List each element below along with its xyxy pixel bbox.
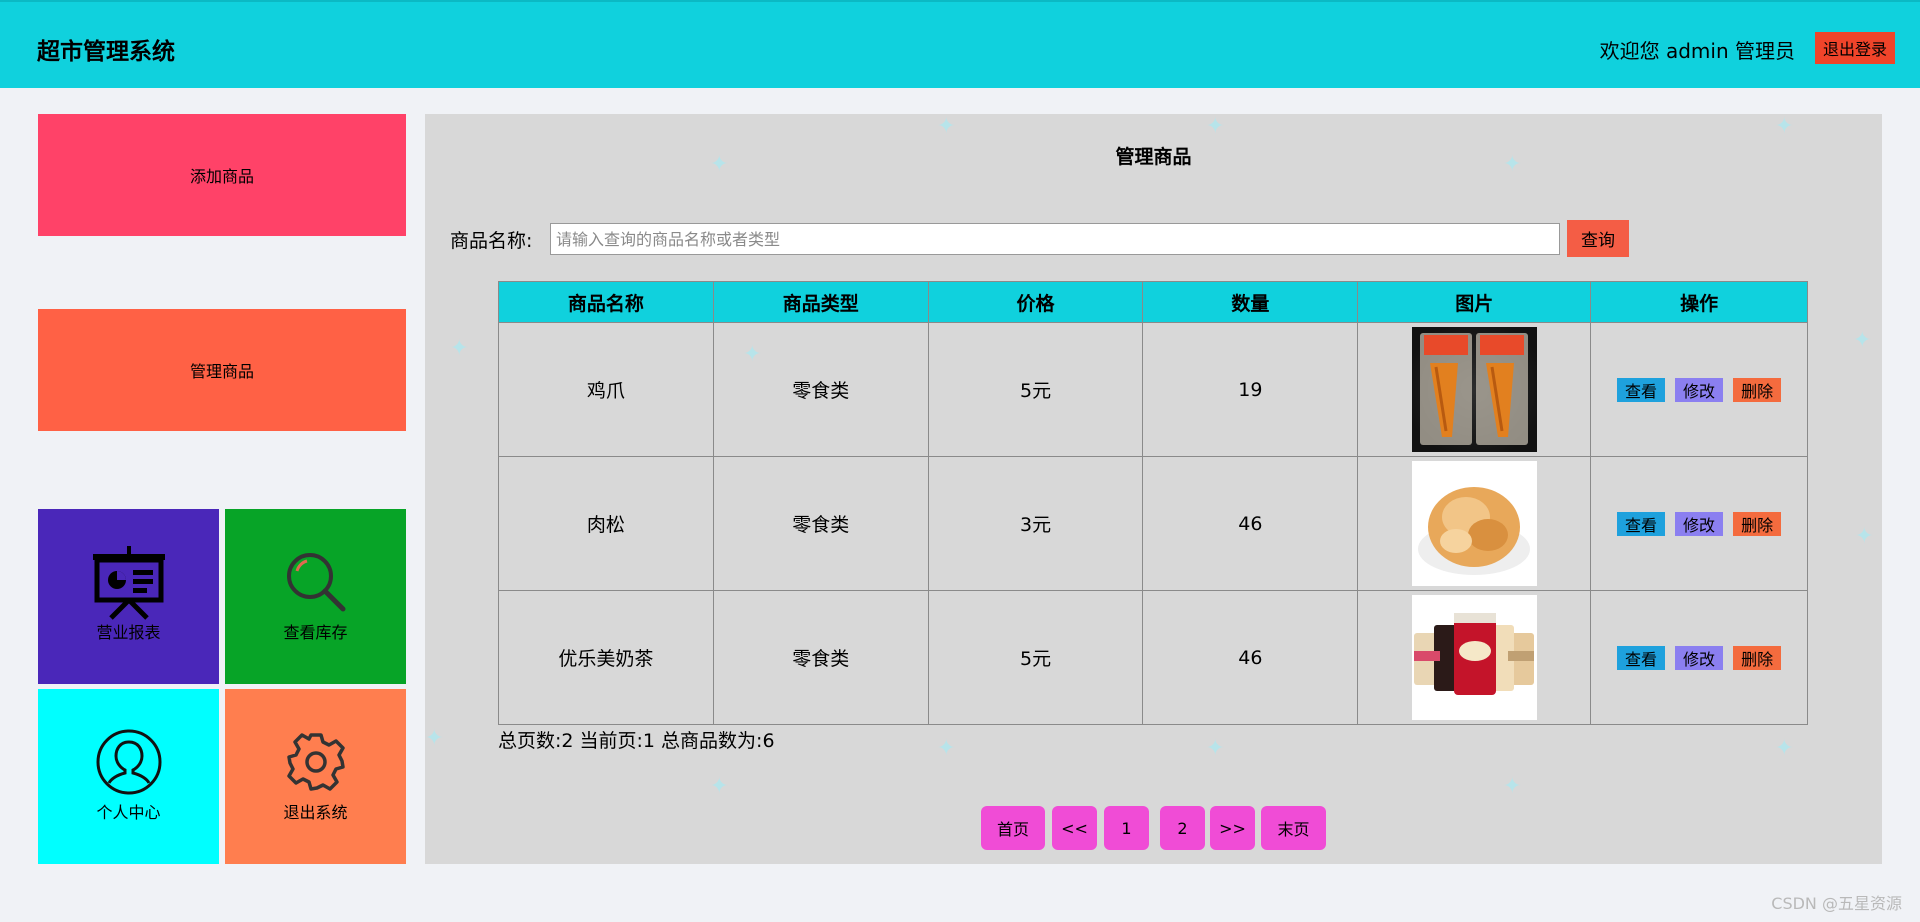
logout-button[interactable]: 退出登录 xyxy=(1815,32,1895,64)
edit-button[interactable]: 修改 xyxy=(1675,511,1724,536)
cell-type: 零食类 xyxy=(712,590,929,725)
column-header-image: 图片 xyxy=(1357,281,1592,323)
cell-quantity: 19 xyxy=(1142,322,1359,457)
column-header-actions: 操作 xyxy=(1590,281,1808,323)
delete-button[interactable]: 删除 xyxy=(1733,377,1782,402)
cell-name: 鸡爪 xyxy=(498,322,714,457)
delete-button[interactable]: 删除 xyxy=(1733,645,1782,670)
cell-type: 零食类 xyxy=(712,456,929,591)
column-header-type: 商品类型 xyxy=(712,281,929,323)
sparkle-decoration: ✦ xyxy=(1206,736,1225,761)
sparkle-decoration: ✦ xyxy=(450,336,469,361)
sparkle-decoration: ✦ xyxy=(710,774,729,799)
cell-actions: 查看 修改 删除 xyxy=(1590,590,1808,725)
sparkle-decoration: ✦ xyxy=(1853,328,1872,353)
cell-price: 5元 xyxy=(927,322,1144,457)
page-info: 总页数:2 当前页:1 总商品数为:6 xyxy=(498,730,775,752)
tile-personal-center[interactable]: 个人中心 xyxy=(38,689,219,864)
cell-quantity: 46 xyxy=(1142,590,1359,725)
presentation-board-icon xyxy=(89,545,169,620)
add-product-button[interactable]: 添加商品 xyxy=(38,114,406,236)
tile-label: 查看库存 xyxy=(283,623,348,642)
next-page-button[interactable]: >> xyxy=(1210,806,1255,850)
cell-type: 零食类 xyxy=(712,322,929,457)
sparkle-decoration: ✦ xyxy=(1855,524,1874,549)
delete-button[interactable]: 删除 xyxy=(1733,511,1782,536)
watermark: CSDN @五星资源 xyxy=(1771,894,1902,913)
cell-quantity: 46 xyxy=(1142,456,1359,591)
table-row: 肉松 零食类 3元 46 查看 修改 删除 xyxy=(498,456,1808,591)
cell-image xyxy=(1357,590,1592,725)
pork-floss-image xyxy=(1411,461,1537,586)
tile-sales-report[interactable]: 营业报表 xyxy=(38,509,219,684)
milk-tea-image xyxy=(1411,595,1537,720)
column-header-price: 价格 xyxy=(927,281,1144,323)
column-header-quantity: 数量 xyxy=(1142,281,1359,323)
top-header: 超市管理系统 欢迎您 admin 管理员 退出登录 xyxy=(0,0,1920,88)
page-2-button[interactable]: 2 xyxy=(1160,806,1205,850)
manage-product-button[interactable]: 管理商品 xyxy=(38,309,406,431)
query-button[interactable]: 查询 xyxy=(1567,220,1629,257)
prev-page-button[interactable]: << xyxy=(1052,806,1097,850)
view-button[interactable]: 查看 xyxy=(1617,377,1666,402)
user-icon xyxy=(95,725,163,799)
cell-name: 优乐美奶茶 xyxy=(498,590,714,725)
product-table: 商品名称 商品类型 价格 数量 图片 操作 鸡爪 零食类 5元 19 查看 修改… xyxy=(498,281,1808,725)
sparkle-decoration: ✦ xyxy=(1503,774,1522,799)
search-input[interactable] xyxy=(550,223,1560,255)
column-header-name: 商品名称 xyxy=(498,281,714,323)
table-row: 鸡爪 零食类 5元 19 查看 修改 删除 xyxy=(498,322,1808,457)
last-page-button[interactable]: 末页 xyxy=(1261,806,1326,850)
welcome-text: 欢迎您 admin 管理员 xyxy=(1599,39,1795,63)
cell-actions: 查看 修改 删除 xyxy=(1590,322,1808,457)
tile-exit-system[interactable]: 退出系统 xyxy=(225,689,406,864)
sparkle-decoration: ✦ xyxy=(1206,114,1225,139)
tile-label: 个人中心 xyxy=(96,803,161,822)
cell-name: 肉松 xyxy=(498,456,714,591)
app-brand: 超市管理系统 xyxy=(37,39,175,65)
page-title: 管理商品 xyxy=(1115,146,1192,168)
edit-button[interactable]: 修改 xyxy=(1675,377,1724,402)
search-label: 商品名称: xyxy=(450,230,533,252)
tile-label: 退出系统 xyxy=(283,803,348,822)
sparkle-decoration: ✦ xyxy=(425,726,444,751)
tile-view-inventory[interactable]: 查看库存 xyxy=(225,509,406,684)
view-button[interactable]: 查看 xyxy=(1617,645,1666,670)
page-1-button[interactable]: 1 xyxy=(1104,806,1149,850)
sparkle-decoration: ✦ xyxy=(1775,114,1794,139)
table-row: 优乐美奶茶 零食类 5元 46 查看 修改 删除 xyxy=(498,590,1808,725)
chicken-feet-image xyxy=(1411,327,1537,452)
sparkle-decoration: ✦ xyxy=(1775,736,1794,761)
cell-price: 3元 xyxy=(927,456,1144,591)
sparkle-decoration: ✦ xyxy=(937,736,956,761)
gear-icon xyxy=(285,725,347,799)
edit-button[interactable]: 修改 xyxy=(1675,645,1724,670)
main-panel: ✦ ✦ ✦ ✦ ✦ ✦ ✦ ✦ ✦ ✦ ✦ ✦ ✦ ✦ ✦ 管理商品 商品名称:… xyxy=(425,114,1882,864)
first-page-button[interactable]: 首页 xyxy=(981,806,1045,850)
cell-price: 5元 xyxy=(927,590,1144,725)
sparkle-decoration: ✦ xyxy=(937,114,956,139)
cell-image xyxy=(1357,456,1592,591)
magnifier-icon xyxy=(283,545,349,619)
cell-image xyxy=(1357,322,1592,457)
table-header-row: 商品名称 商品类型 价格 数量 图片 操作 xyxy=(498,281,1808,323)
cell-actions: 查看 修改 删除 xyxy=(1590,456,1808,591)
tile-label: 营业报表 xyxy=(96,623,161,642)
view-button[interactable]: 查看 xyxy=(1617,511,1666,536)
